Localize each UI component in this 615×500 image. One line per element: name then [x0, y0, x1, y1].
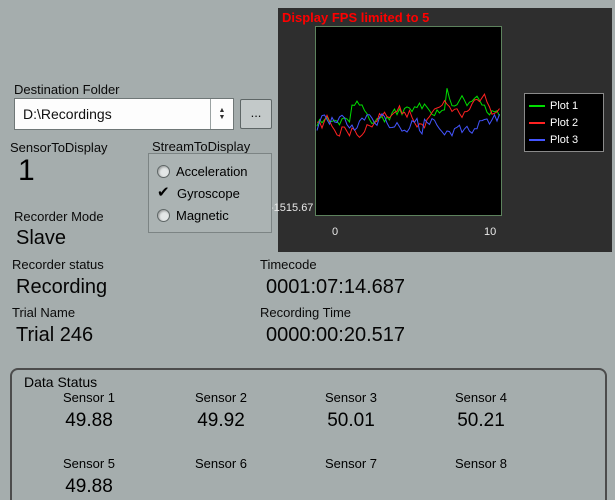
radio-label: Acceleration: [176, 163, 248, 179]
sensor-cell: Sensor 8: [406, 456, 556, 476]
sensor-to-display-value[interactable]: 1: [18, 154, 35, 188]
y-axis-min-label: -1515.67: [270, 202, 314, 214]
recording-time-label: Recording Time: [260, 305, 352, 320]
sensor-label: Sensor 3: [324, 390, 378, 405]
radio-label: Magnetic: [176, 207, 229, 223]
radio-label: Gyroscope: [177, 185, 240, 201]
sensor-value: 49.88: [65, 410, 113, 431]
sensor-cell: Sensor 4 50.21: [406, 390, 556, 432]
legend-label: Plot 1: [550, 99, 579, 112]
destination-folder-label: Destination Folder: [14, 82, 120, 97]
sensor-cell: Sensor 7: [276, 456, 426, 476]
timecode-label: Timecode: [260, 257, 317, 272]
stream-to-display-group: Acceleration ✔ Gyroscope Magnetic: [148, 153, 272, 233]
plot3-line-icon: [529, 138, 545, 141]
radio-option-gyroscope[interactable]: ✔ Gyroscope: [157, 182, 271, 204]
sensor-value: 50.21: [457, 410, 505, 431]
destination-folder-input[interactable]: D:\Recordings ▲ ▼: [14, 98, 234, 130]
sensor-to-display-label: SensorToDisplay: [10, 140, 108, 155]
radio-checked-icon[interactable]: ✔: [157, 185, 171, 200]
radio-icon[interactable]: [157, 208, 170, 222]
timecode-value: 0001:07:14.687: [266, 276, 406, 298]
data-status-title: Data Status: [24, 374, 98, 390]
sensor-cell: Sensor 3 50.01: [276, 390, 426, 432]
sensor-label: Sensor 5: [62, 456, 116, 471]
sensor-label: Sensor 7: [324, 456, 378, 471]
spinner-arrows-icon[interactable]: ▲ ▼: [210, 99, 233, 129]
fps-warning-text: Display FPS limited to 5: [282, 10, 430, 25]
recorder-status-label: Recorder status: [12, 257, 104, 272]
sensor-label: Sensor 2: [194, 390, 248, 405]
legend-label: Plot 2: [550, 116, 579, 129]
waveform-plot: [315, 26, 502, 216]
data-status-group: Data Status Sensor 1 49.88 Sensor 2 49.9…: [10, 368, 607, 500]
waveform-lines-icon: [316, 88, 500, 138]
recording-time-value: 0000:00:20.517: [266, 324, 406, 346]
plot-legend: Plot 1 Plot 2 Plot 3: [524, 93, 604, 152]
sensor-label: Sensor 4: [454, 390, 508, 405]
x-axis-tick-0: 0: [332, 226, 339, 238]
radio-icon[interactable]: [157, 164, 170, 178]
sensor-cell: Sensor 2 49.92: [146, 390, 296, 432]
legend-label: Plot 3: [550, 133, 579, 146]
plot2-line-icon: [529, 121, 545, 124]
chart-panel: Display FPS limited to 5 -1515.67 0 10 P…: [270, 8, 612, 252]
sensor-cell: Sensor 6: [146, 456, 296, 476]
recorder-mode-value: Slave: [16, 227, 67, 249]
x-axis-tick-10: 10: [484, 226, 497, 238]
sensor-label: Sensor 6: [194, 456, 248, 471]
browse-button[interactable]: ...: [240, 99, 272, 129]
legend-item[interactable]: Plot 2: [529, 114, 599, 131]
trial-name-value: Trial 246: [16, 324, 94, 346]
sensor-value: 49.92: [197, 410, 245, 431]
legend-item[interactable]: Plot 1: [529, 97, 599, 114]
sensor-label: Sensor 1: [62, 390, 116, 405]
radio-option-magnetic[interactable]: Magnetic: [157, 204, 271, 226]
sensor-value: 50.01: [327, 410, 375, 431]
destination-folder-value[interactable]: D:\Recordings: [15, 106, 210, 122]
sensor-label: Sensor 8: [454, 456, 508, 471]
sensor-cell: Sensor 5 49.88: [14, 456, 164, 498]
recorder-status-value: Recording: [16, 276, 108, 298]
stream-to-display-label: StreamToDisplay: [152, 139, 251, 154]
recorder-app-window: Display FPS limited to 5 -1515.67 0 10 P…: [0, 0, 615, 500]
trial-name-label: Trial Name: [12, 305, 76, 320]
sensor-cell: Sensor 1 49.88: [14, 390, 164, 432]
sensor-value: 49.88: [65, 476, 113, 497]
legend-item[interactable]: Plot 3: [529, 131, 599, 148]
radio-option-acceleration[interactable]: Acceleration: [157, 160, 271, 182]
plot1-line-icon: [529, 104, 545, 107]
recorder-mode-label: Recorder Mode: [14, 209, 104, 224]
